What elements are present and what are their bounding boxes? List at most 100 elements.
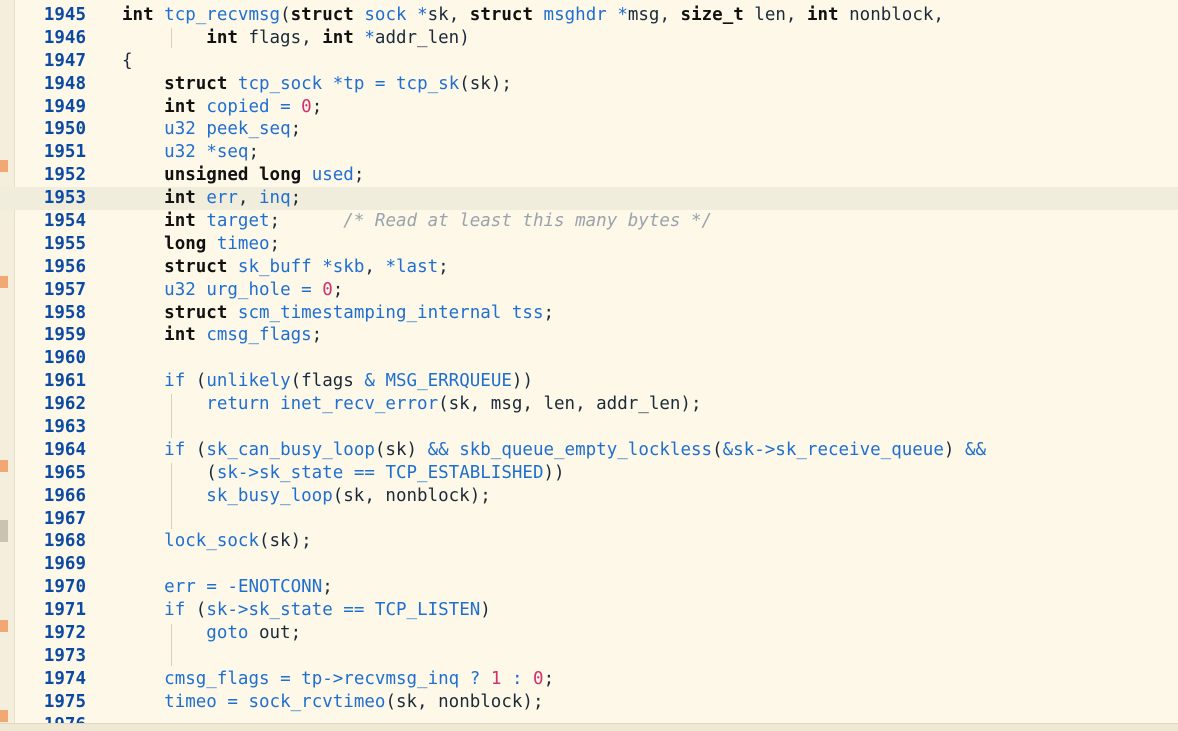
code-text: int err, inq; — [122, 187, 301, 210]
code-token: tcp_sk — [396, 73, 460, 94]
code-token: ; — [353, 165, 365, 186]
code-line[interactable]: 1951 u32 *seq; — [0, 141, 1178, 164]
code-token: MSG_ERRQUEUE — [385, 371, 512, 392]
code-text: return inet_recv_error(sk, msg, len, add… — [122, 393, 702, 416]
code-line[interactable]: 1961 if (unlikely(flags & MSG_ERRQUEUE)) — [0, 370, 1178, 393]
code-token: cmsg_flags — [164, 668, 270, 689]
code-line[interactable]: 1971 if (sk->sk_state == TCP_LISTEN) — [0, 599, 1178, 622]
code-token: (sk, msg, len, addr_len); — [438, 394, 702, 415]
code-token: err — [164, 577, 196, 598]
code-text: long timeo; — [122, 233, 280, 256]
code-token: )) — [511, 371, 533, 392]
code-line[interactable]: 1962 return inet_recv_error(sk, msg, len… — [0, 393, 1178, 416]
line-number: 1954 — [43, 211, 86, 232]
code-token: = — [374, 73, 386, 94]
code-token: addr_len) — [374, 27, 470, 48]
code-line[interactable]: 1975 timeo = sock_rcvtimeo(sk, nonblock)… — [0, 691, 1178, 714]
code-line[interactable]: 1970 err = -ENOTCONN; — [0, 576, 1178, 599]
line-number: 1946 — [43, 27, 86, 48]
code-line[interactable]: 1974 cmsg_flags = tp->recvmsg_inq ? 1 : … — [0, 668, 1178, 691]
code-token: struct — [164, 302, 228, 323]
indent-guide — [171, 28, 172, 48]
code-line[interactable]: 1953 int err, inq; — [0, 187, 1178, 211]
code-token: (flags — [290, 371, 365, 392]
code-token: timeo — [216, 233, 270, 254]
code-line[interactable]: 1960 — [0, 347, 1178, 370]
code-token: urg_hole — [206, 279, 291, 300]
code-token: { — [122, 50, 133, 71]
code-text: int target; /* Read at least this many b… — [122, 210, 712, 233]
code-text: sk_busy_loop(sk, nonblock); — [122, 485, 491, 508]
code-line[interactable]: 1950 u32 peek_seq; — [0, 118, 1178, 141]
code-token: long — [164, 233, 207, 254]
code-line[interactable]: 1973 — [0, 645, 1178, 668]
code-line[interactable]: 1959 int cmsg_flags; — [0, 324, 1178, 347]
line-number: 1962 — [43, 394, 86, 415]
code-token: copied — [206, 96, 270, 117]
code-token: 1 — [490, 668, 502, 689]
code-token: 0 — [322, 279, 333, 300]
code-token: flags, — [237, 27, 323, 48]
code-line[interactable]: 1968 lock_sock(sk); — [0, 530, 1178, 553]
code-line[interactable]: 1969 — [0, 553, 1178, 576]
code-line[interactable]: 1967 — [0, 508, 1178, 531]
code-token: int — [164, 211, 196, 232]
code-token: u32 — [164, 119, 196, 140]
code-line[interactable]: 1972 goto out; — [0, 622, 1178, 645]
code-token: 0 — [301, 96, 312, 117]
line-number: 1972 — [43, 623, 86, 644]
code-token: ; — [438, 256, 449, 277]
code-token: sk_busy_loop — [206, 485, 333, 506]
code-line[interactable]: 1957 u32 urg_hole = 0; — [0, 279, 1178, 302]
code-line[interactable]: 1956 struct sk_buff *skb, *last; — [0, 256, 1178, 279]
code-line[interactable]: 1955 long timeo; — [0, 233, 1178, 256]
code-token: cmsg_flags — [206, 325, 312, 346]
line-number: 1959 — [43, 325, 86, 346]
code-line[interactable]: 1958 struct scm_timestamping_internal ts… — [0, 302, 1178, 325]
code-editor[interactable]: 1945 int tcp_recvmsg(struct sock *sk, str… — [0, 0, 1178, 731]
code-token: , — [364, 256, 386, 277]
line-number: 1951 — [43, 142, 86, 163]
code-line[interactable]: 1949 int copied = 0; — [0, 96, 1178, 119]
code-text: u32 peek_seq; — [122, 118, 301, 141]
code-token: ( — [280, 5, 291, 25]
code-line[interactable]: 1966 sk_busy_loop(sk, nonblock); — [0, 485, 1178, 508]
code-token: scm_timestamping_internal — [237, 302, 502, 323]
code-token: == — [353, 462, 375, 483]
code-token: ( — [185, 439, 207, 460]
line-number: 1966 — [43, 485, 86, 506]
code-line[interactable]: 1952 unsigned long used; — [0, 164, 1178, 187]
code-line[interactable]: 1965 (sk->sk_state == TCP_ESTABLISHED)) — [0, 462, 1178, 485]
code-line[interactable]: 1947 { — [0, 50, 1178, 73]
code-line[interactable]: 1954 int target; /* Read at least this m… — [0, 210, 1178, 233]
code-text: u32 *seq; — [122, 141, 259, 164]
code-token: sk_buff — [237, 256, 312, 277]
code-token: ( — [185, 600, 207, 621]
code-token: (sk, nonblock); — [385, 691, 544, 712]
code-line[interactable]: 1964 if (sk_can_busy_loop(sk) && skb_que… — [0, 439, 1178, 462]
line-number: 1945 — [43, 5, 86, 25]
code-token: = — [301, 279, 312, 300]
code-line[interactable]: 1945 int tcp_recvmsg(struct sock *sk, str… — [0, 4, 1178, 27]
code-line[interactable]: 1948 struct tcp_sock *tp = tcp_sk(sk); — [0, 73, 1178, 96]
code-token: u32 — [164, 279, 196, 300]
code-line[interactable]: 1963 — [0, 416, 1178, 439]
code-line[interactable]: 1946 int flags, int *addr_len) — [0, 27, 1178, 50]
code-token: (sk, nonblock); — [332, 485, 491, 506]
line-number: 1957 — [43, 279, 86, 300]
